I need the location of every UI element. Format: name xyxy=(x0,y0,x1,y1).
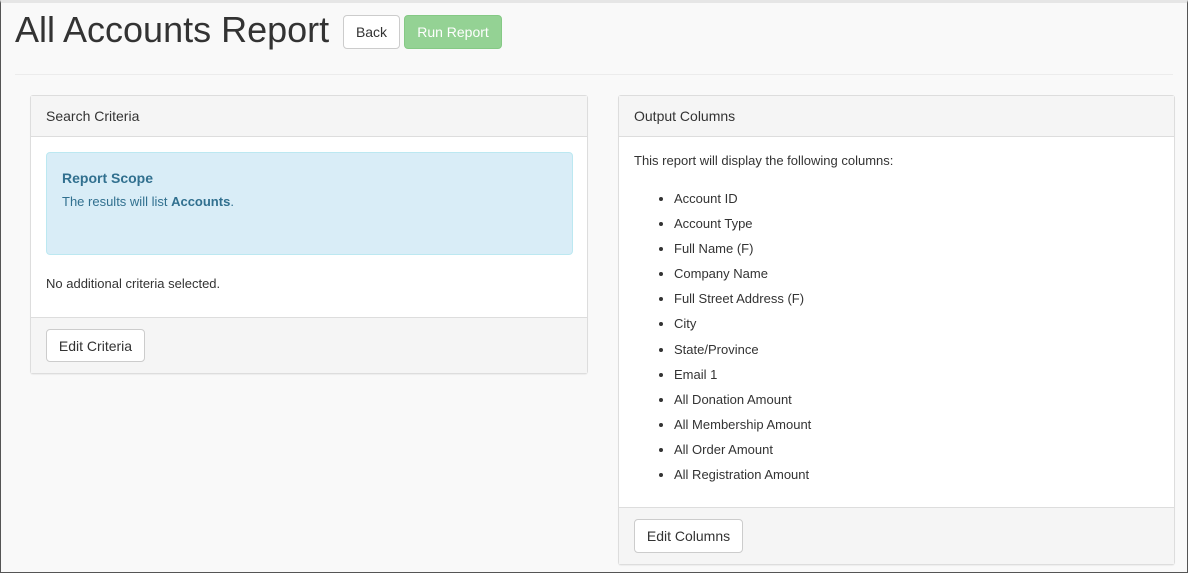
list-item: All Membership Amount xyxy=(674,417,811,443)
scope-entity: Accounts xyxy=(171,194,231,209)
report-scope-title: Report Scope xyxy=(62,170,154,186)
output-columns-heading: Output Columns xyxy=(619,96,1174,137)
report-scope-text: The results will list Accounts. xyxy=(62,194,234,209)
search-criteria-footer: Edit Criteria xyxy=(31,317,587,373)
output-columns-panel: Output Columns This report will display … xyxy=(618,95,1175,565)
run-report-button[interactable]: Run Report xyxy=(404,15,502,49)
page-header: All Accounts Report Back Run Report xyxy=(0,0,1188,75)
no-criteria-text: No additional criteria selected. xyxy=(46,276,221,291)
search-criteria-panel: Search Criteria Report Scope The results… xyxy=(30,95,588,374)
scope-text-prefix: The results will list xyxy=(62,194,172,209)
list-item: All Registration Amount xyxy=(674,468,811,493)
header-divider xyxy=(15,74,1173,75)
list-item: Account ID xyxy=(674,191,811,217)
list-item: Full Name (F) xyxy=(674,242,811,267)
edit-criteria-button[interactable]: Edit Criteria xyxy=(46,329,145,362)
output-columns-footer: Edit Columns xyxy=(619,507,1174,564)
list-item: Full Street Address (F) xyxy=(674,292,811,317)
list-item: Company Name xyxy=(674,267,811,292)
report-scope-alert: Report Scope The results will list Accou… xyxy=(46,152,573,255)
list-item: Account Type xyxy=(674,217,811,242)
output-columns-intro: This report will display the following c… xyxy=(634,153,894,168)
scope-text-suffix: . xyxy=(230,194,234,209)
search-criteria-heading: Search Criteria xyxy=(31,96,587,137)
output-columns-list: Account ID Account Type Full Name (F) Co… xyxy=(674,191,811,493)
page-title: All Accounts Report xyxy=(15,9,330,50)
back-button[interactable]: Back xyxy=(343,15,400,49)
list-item: City xyxy=(674,317,811,342)
list-item: All Donation Amount xyxy=(674,392,811,418)
list-item: All Order Amount xyxy=(674,442,811,468)
edit-columns-button[interactable]: Edit Columns xyxy=(634,519,743,553)
list-item: Email 1 xyxy=(674,367,811,393)
list-item: State/Province xyxy=(674,342,811,368)
